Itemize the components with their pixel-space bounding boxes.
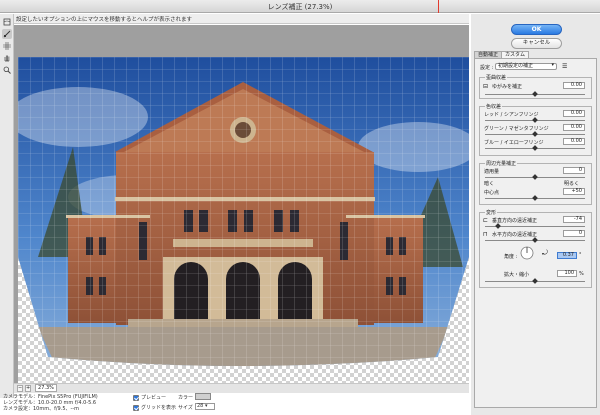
- annotation-line: [438, 0, 439, 13]
- slider-knob-icon[interactable]: [495, 223, 501, 229]
- zoom-bar: − + 27.3%: [14, 383, 469, 393]
- rotate-icon: ⤾: [542, 249, 548, 257]
- settings-panel: OK キャンセル 自動補正 カスタム 設定 : 初期設定の補正 ☰ 歪曲収差 ⊟…: [471, 14, 600, 415]
- grid-color-swatch[interactable]: [195, 393, 211, 400]
- red-cyan-label: レッド / シアンフリンジ: [484, 112, 539, 118]
- angle-value[interactable]: 0.37: [557, 252, 577, 259]
- preview-checkbox[interactable]: プレビュー: [133, 394, 166, 401]
- help-text: 設定したいオプションの上にマウスを移動するとヘルプが表示されます: [16, 17, 193, 23]
- move-grid-tool-icon[interactable]: [2, 41, 12, 51]
- scale-value[interactable]: 100: [557, 270, 577, 277]
- horizontal-perspective-label: 水平方向の遠近補正: [492, 232, 538, 238]
- checkbox-checked-icon: [133, 404, 139, 411]
- red-cyan-value[interactable]: 0.00: [563, 110, 585, 117]
- window-title: レンズ補正 (27.3%): [267, 3, 333, 11]
- ok-button[interactable]: OK: [511, 24, 562, 35]
- blue-yellow-value[interactable]: 0.00: [563, 138, 585, 145]
- grid-color-label: カラー :: [178, 395, 197, 401]
- angle-unit: °: [579, 252, 582, 258]
- slider-knob-icon[interactable]: [532, 145, 538, 151]
- remove-distortion-icon: ⊟: [483, 83, 489, 90]
- scale-label: 拡大・縮小: [504, 272, 530, 278]
- slider-knob-icon[interactable]: [532, 237, 538, 243]
- tool-palette: [0, 14, 14, 398]
- settings-menu-icon[interactable]: ☰: [562, 63, 567, 70]
- horizontal-perspective-value[interactable]: 0: [563, 230, 585, 237]
- scale-unit: %: [579, 271, 584, 277]
- angle-label: 角度 :: [504, 254, 518, 260]
- zoom-out-button[interactable]: −: [17, 385, 23, 392]
- grid-size-field[interactable]: 28 ▾: [195, 403, 215, 410]
- vignette-title: 周辺光量補正: [485, 160, 518, 167]
- grid-size-label: サイズ :: [178, 405, 197, 411]
- preview-image[interactable]: [18, 57, 469, 383]
- camera-settings: カメラ設定：10mm、f/9.5、--m: [3, 406, 79, 412]
- window-titlebar: レンズ補正 (27.3%): [0, 0, 600, 13]
- zoom-tool-icon[interactable]: [2, 65, 12, 75]
- settings-dropdown[interactable]: 初期設定の補正: [495, 63, 557, 70]
- vignette-midpoint-label: 中心点: [484, 190, 500, 196]
- straighten-tool-icon[interactable]: [2, 29, 12, 39]
- hand-tool-icon[interactable]: [2, 53, 12, 63]
- slider-knob-icon[interactable]: [532, 195, 538, 201]
- transform-title: 変形: [485, 209, 498, 216]
- angle-dial-icon[interactable]: [520, 246, 534, 262]
- vertical-perspective-icon: ⊏: [483, 217, 489, 224]
- geometric-distortion-group: 歪曲収差 ⊟ ゆがみを補正 0.00: [479, 74, 592, 99]
- slider-knob-icon[interactable]: [532, 174, 538, 180]
- green-magenta-label: グリーン / マゼンタフリンジ: [484, 126, 549, 132]
- preview-label: プレビュー: [141, 395, 167, 401]
- chromatic-aberration-title: 色収差: [485, 103, 503, 110]
- camera-info: カメラモデル：FinePix S5Pro (FUJIFILM) レンズモデル：1…: [3, 394, 98, 412]
- settings-label: 設定 :: [480, 65, 494, 71]
- chromatic-aberration-group: 色収差 レッド / シアンフリンジ 0.00 グリーン / マゼンタフリンジ 0…: [479, 103, 592, 156]
- darken-label: 暗く: [484, 181, 495, 187]
- slider-knob-icon[interactable]: [532, 91, 538, 97]
- zoom-in-button[interactable]: +: [25, 385, 31, 392]
- remove-distortion-value[interactable]: 0.00: [563, 82, 585, 89]
- horizontal-perspective-icon: ⊓: [483, 231, 488, 238]
- vignette-midpoint-value[interactable]: +50: [563, 188, 585, 195]
- slider-knob-icon[interactable]: [532, 117, 538, 123]
- show-grid-checkbox[interactable]: グリッドを表示: [133, 404, 176, 411]
- custom-tab-content: 設定 : 初期設定の補正 ☰ 歪曲収差 ⊟ ゆがみを補正 0.00 色収差 レッ…: [474, 58, 597, 408]
- remove-distortion-label: ゆがみを補正: [492, 84, 523, 90]
- geometric-distortion-title: 歪曲収差: [485, 74, 508, 81]
- help-bar: 設定したいオプションの上にマウスを移動するとヘルプが表示されます: [14, 14, 469, 24]
- checkbox-checked-icon: [133, 394, 139, 401]
- preview-canvas-area[interactable]: [14, 25, 469, 383]
- vignette-group: 周辺光量補正 適用量 0 暗く 明るく 中心点 +50: [479, 160, 592, 205]
- lighten-label: 明るく: [564, 181, 580, 187]
- transform-group: 変形 ⊏ 垂直方向の遠近補正 -74 ⊓ 水平方向の遠近補正 0 角度 : ⤾ …: [479, 209, 592, 288]
- slider-knob-icon[interactable]: [532, 278, 538, 284]
- vignette-amount-value[interactable]: 0: [563, 167, 585, 174]
- slider-knob-icon[interactable]: [532, 131, 538, 137]
- show-grid-label: グリッドを表示: [141, 405, 177, 411]
- green-magenta-value[interactable]: 0.00: [563, 124, 585, 131]
- cancel-button[interactable]: キャンセル: [511, 38, 562, 49]
- vertical-perspective-value[interactable]: -74: [563, 216, 585, 223]
- zoom-level-field[interactable]: 27.3%: [35, 384, 57, 392]
- remove-distortion-tool-icon[interactable]: [2, 17, 12, 27]
- vignette-amount-label: 適用量: [484, 169, 500, 175]
